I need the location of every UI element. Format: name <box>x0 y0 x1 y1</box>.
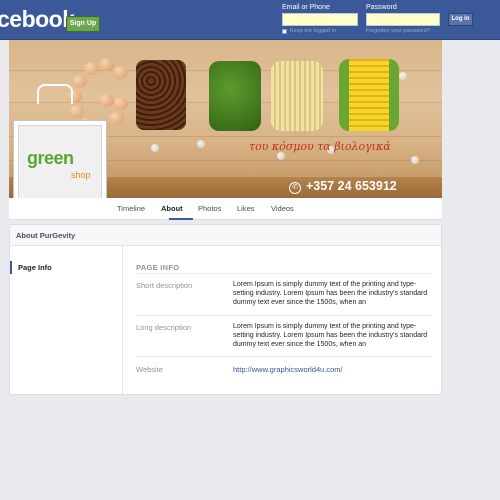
website-link[interactable]: http://www.graphicsworld4u.com/ <box>233 365 343 374</box>
page-tabs: Timeline About Photos Likes Videos <box>9 198 442 220</box>
tab-photos[interactable]: Photos <box>198 204 221 213</box>
long-description-label: Long description <box>136 323 192 332</box>
password-input[interactable] <box>366 13 440 26</box>
logo-green-text: green <box>27 148 74 168</box>
water-drop-icon <box>277 152 285 160</box>
tab-timeline[interactable]: Timeline <box>117 204 145 213</box>
row-divider <box>136 273 432 274</box>
top-bar: cebook Sign Up Email or Phone Password L… <box>0 0 500 40</box>
leaf-letter-e-icon <box>209 61 261 131</box>
long-description-value: Lorem Ipsum is simply dummy text of the … <box>233 323 428 348</box>
coffee-letter-r-icon <box>136 60 186 130</box>
keep-logged-in-checkbox[interactable] <box>282 29 287 34</box>
water-drop-icon <box>399 72 407 80</box>
forgot-password-link[interactable]: Forgotten your password? <box>366 28 430 34</box>
pasta-letter-e-icon <box>271 61 323 131</box>
short-description-value: Lorem Ipsum is simply dummy text of the … <box>233 281 428 306</box>
water-drop-icon <box>411 156 419 164</box>
sign-up-button[interactable]: Sign Up <box>66 16 100 32</box>
water-drop-icon <box>151 144 159 152</box>
log-in-button[interactable]: Log In <box>448 13 473 26</box>
email-label: Email or Phone <box>282 4 330 11</box>
about-sidebar: Page Info <box>10 246 123 394</box>
logo-shop-text: shop <box>71 170 91 180</box>
keep-logged-in-label[interactable]: Keep me logged in <box>290 28 336 34</box>
email-input[interactable] <box>282 13 358 26</box>
facebook-logo[interactable]: cebook <box>0 6 75 33</box>
row-divider <box>136 315 432 316</box>
phone-number: +357 24 653912 <box>306 179 397 193</box>
password-label: Password <box>366 4 397 11</box>
about-title: About PurGevity <box>16 231 76 240</box>
sidebar-item-page-info[interactable]: Page Info <box>18 263 52 272</box>
tab-videos[interactable]: Videos <box>271 204 294 213</box>
tab-likes[interactable]: Likes <box>237 204 255 213</box>
about-header: About PurGevity <box>10 225 441 246</box>
corn-letter-n-icon <box>339 59 399 131</box>
active-tab-indicator <box>169 218 193 220</box>
phone-icon: ✆ <box>289 182 301 194</box>
website-label: Website <box>136 365 163 374</box>
about-panel: About PurGevity Page Info PAGE INFO Shor… <box>9 224 442 395</box>
tab-about[interactable]: About <box>161 204 183 213</box>
cover-tagline: του κόσμου τα βιολογικά <box>249 140 391 153</box>
green-shop-logo: green shop <box>18 125 102 207</box>
bag-handle-icon <box>37 84 73 104</box>
row-divider <box>136 356 432 357</box>
water-drop-icon <box>197 140 205 148</box>
short-description-label: Short description <box>136 281 193 290</box>
sidebar-active-indicator <box>10 261 12 274</box>
section-heading: PAGE INFO <box>136 263 180 272</box>
